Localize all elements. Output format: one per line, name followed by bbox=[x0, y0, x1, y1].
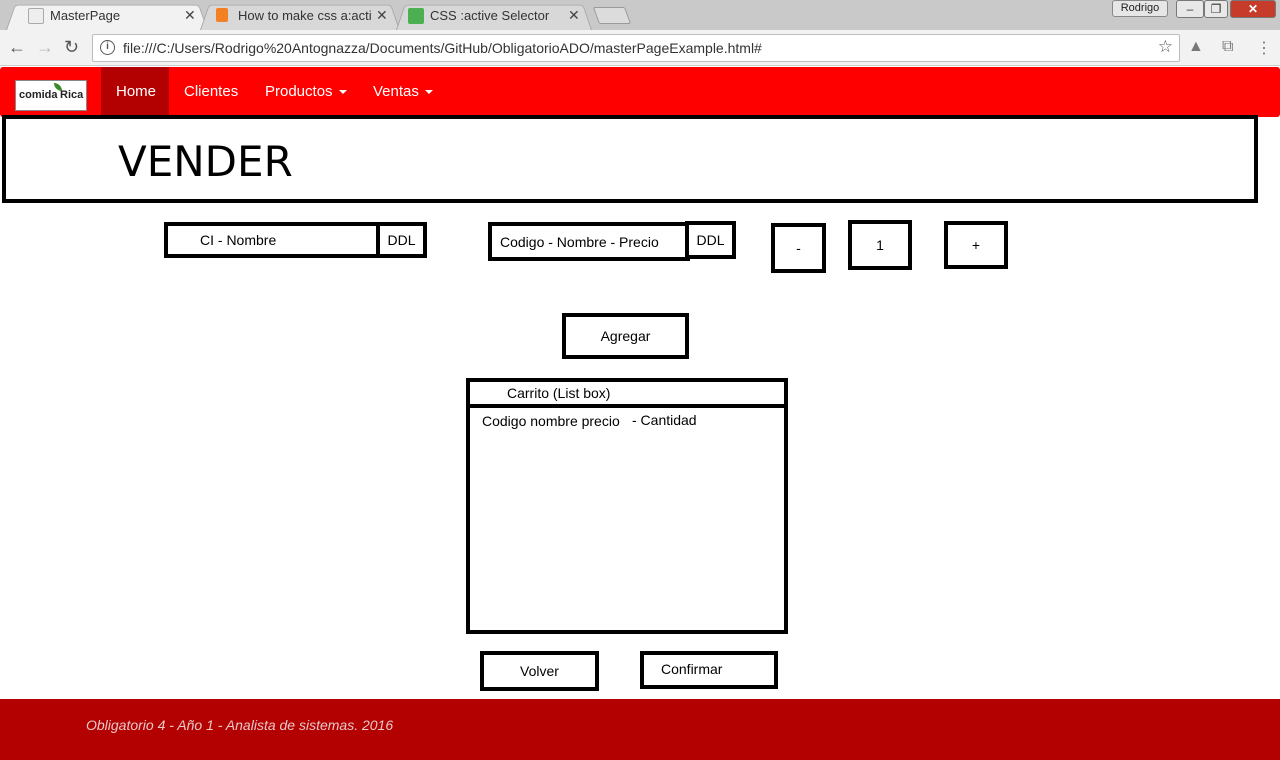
product-select[interactable]: Codigo - Nombre - Precio bbox=[488, 222, 690, 261]
profile-button[interactable]: Rodrigo bbox=[1112, 0, 1168, 17]
product-select-label: Codigo - Nombre - Precio bbox=[500, 234, 659, 250]
quantity-input[interactable]: 1 bbox=[848, 220, 912, 270]
client-ddl[interactable]: DDL bbox=[376, 222, 427, 258]
add-button-label: Agregar bbox=[600, 328, 651, 344]
nav-label: Clientes bbox=[184, 83, 239, 100]
tab-title: How to make css a:active bbox=[238, 8, 372, 23]
close-tab-icon[interactable]: ✕ bbox=[376, 7, 388, 24]
quantity-value: 1 bbox=[876, 237, 884, 253]
page-title: VENDER bbox=[118, 137, 293, 186]
nav-ventas-dropdown[interactable]: Ventas bbox=[358, 67, 448, 117]
bookmark-star-icon[interactable]: ☆ bbox=[1158, 37, 1173, 57]
stackoverflow-icon bbox=[216, 8, 228, 22]
new-tab-button[interactable] bbox=[592, 7, 632, 24]
ddl-label: DDL bbox=[387, 232, 416, 248]
page-header-box: VENDER bbox=[2, 115, 1258, 203]
forward-icon[interactable]: → bbox=[36, 37, 54, 57]
nav-label: Ventas bbox=[373, 83, 419, 100]
url-text: file:///C:/Users/Rodrigo%20Antognazza/Do… bbox=[123, 40, 762, 56]
tab-title: MasterPage bbox=[50, 8, 121, 23]
menu-icon[interactable]: ⋮ bbox=[1256, 38, 1272, 58]
drive-icon[interactable]: ▲ bbox=[1188, 38, 1204, 56]
browser-tabstrip: MasterPage ✕ How to make css a:active ✕ … bbox=[0, 0, 1280, 30]
nav-clientes[interactable]: Clientes bbox=[169, 67, 253, 117]
back-button[interactable]: Volver bbox=[480, 651, 599, 691]
tab-title: CSS :active Selector bbox=[430, 8, 550, 23]
close-window-button[interactable]: ✕ bbox=[1230, 0, 1276, 18]
cart-listbox[interactable]: Codigo nombre precio - Cantidad bbox=[466, 404, 788, 634]
info-icon[interactable]: i bbox=[100, 40, 115, 55]
browser-tab-masterpage[interactable]: MasterPage ✕ bbox=[6, 2, 208, 30]
product-ddl[interactable]: DDL bbox=[685, 221, 736, 259]
maximize-button[interactable]: ❐ bbox=[1204, 0, 1228, 18]
brand-logo[interactable]: comida Rica bbox=[15, 80, 87, 111]
w3schools-icon bbox=[408, 8, 424, 24]
nav-productos-dropdown[interactable]: Productos bbox=[250, 67, 362, 117]
confirm-button-label: Confirmar bbox=[661, 661, 723, 677]
confirm-button[interactable]: Confirmar bbox=[640, 651, 778, 689]
plus-label: + bbox=[971, 237, 981, 253]
minimize-button[interactable]: – bbox=[1176, 0, 1204, 18]
client-select[interactable]: CI - Nombre bbox=[164, 222, 380, 258]
client-select-label: CI - Nombre bbox=[200, 232, 277, 248]
browser-tab-css-active[interactable]: CSS :active Selector ✕ bbox=[396, 2, 592, 30]
brand-text-right: Rica bbox=[60, 89, 84, 101]
close-tab-icon[interactable]: ✕ bbox=[184, 7, 196, 24]
cart-quantity-label: - Cantidad bbox=[632, 412, 697, 428]
extension-icon[interactable]: ⧉ bbox=[1222, 38, 1233, 56]
nav-label: Productos bbox=[265, 83, 333, 100]
back-button-label: Volver bbox=[520, 663, 559, 679]
brand-text-left: comida bbox=[19, 89, 58, 101]
caret-down-icon bbox=[338, 90, 347, 95]
browser-tab-howto[interactable]: How to make css a:active ✕ bbox=[200, 2, 400, 30]
back-icon[interactable]: ← bbox=[8, 37, 26, 57]
add-button[interactable]: Agregar bbox=[562, 313, 689, 359]
ddl-label: DDL bbox=[696, 232, 725, 248]
close-tab-icon[interactable]: ✕ bbox=[568, 7, 580, 24]
footer-text: Obligatorio 4 - Año 1 - Analista de sist… bbox=[86, 717, 394, 733]
cart-header-label: Carrito (List box) bbox=[507, 385, 611, 401]
browser-toolbar: ← → ↻ i file:///C:/Users/Rodrigo%20Antog… bbox=[0, 30, 1280, 66]
page-icon bbox=[28, 8, 44, 24]
nav-home[interactable]: Home bbox=[101, 67, 169, 117]
site-navbar: comida Rica Home Clientes Productos Vent… bbox=[0, 67, 1280, 117]
caret-down-icon bbox=[424, 90, 433, 95]
quantity-decrement-button[interactable]: - bbox=[771, 223, 826, 273]
nav-label: Home bbox=[116, 83, 157, 100]
site-footer: Obligatorio 4 - Año 1 - Analista de sist… bbox=[0, 699, 1280, 760]
minus-label: - bbox=[796, 240, 801, 256]
reload-icon[interactable]: ↻ bbox=[64, 37, 79, 57]
quantity-increment-button[interactable]: + bbox=[944, 221, 1008, 269]
address-bar[interactable]: i file:///C:/Users/Rodrigo%20Antognazza/… bbox=[92, 34, 1180, 62]
cart-columns-label: Codigo nombre precio bbox=[482, 413, 620, 429]
